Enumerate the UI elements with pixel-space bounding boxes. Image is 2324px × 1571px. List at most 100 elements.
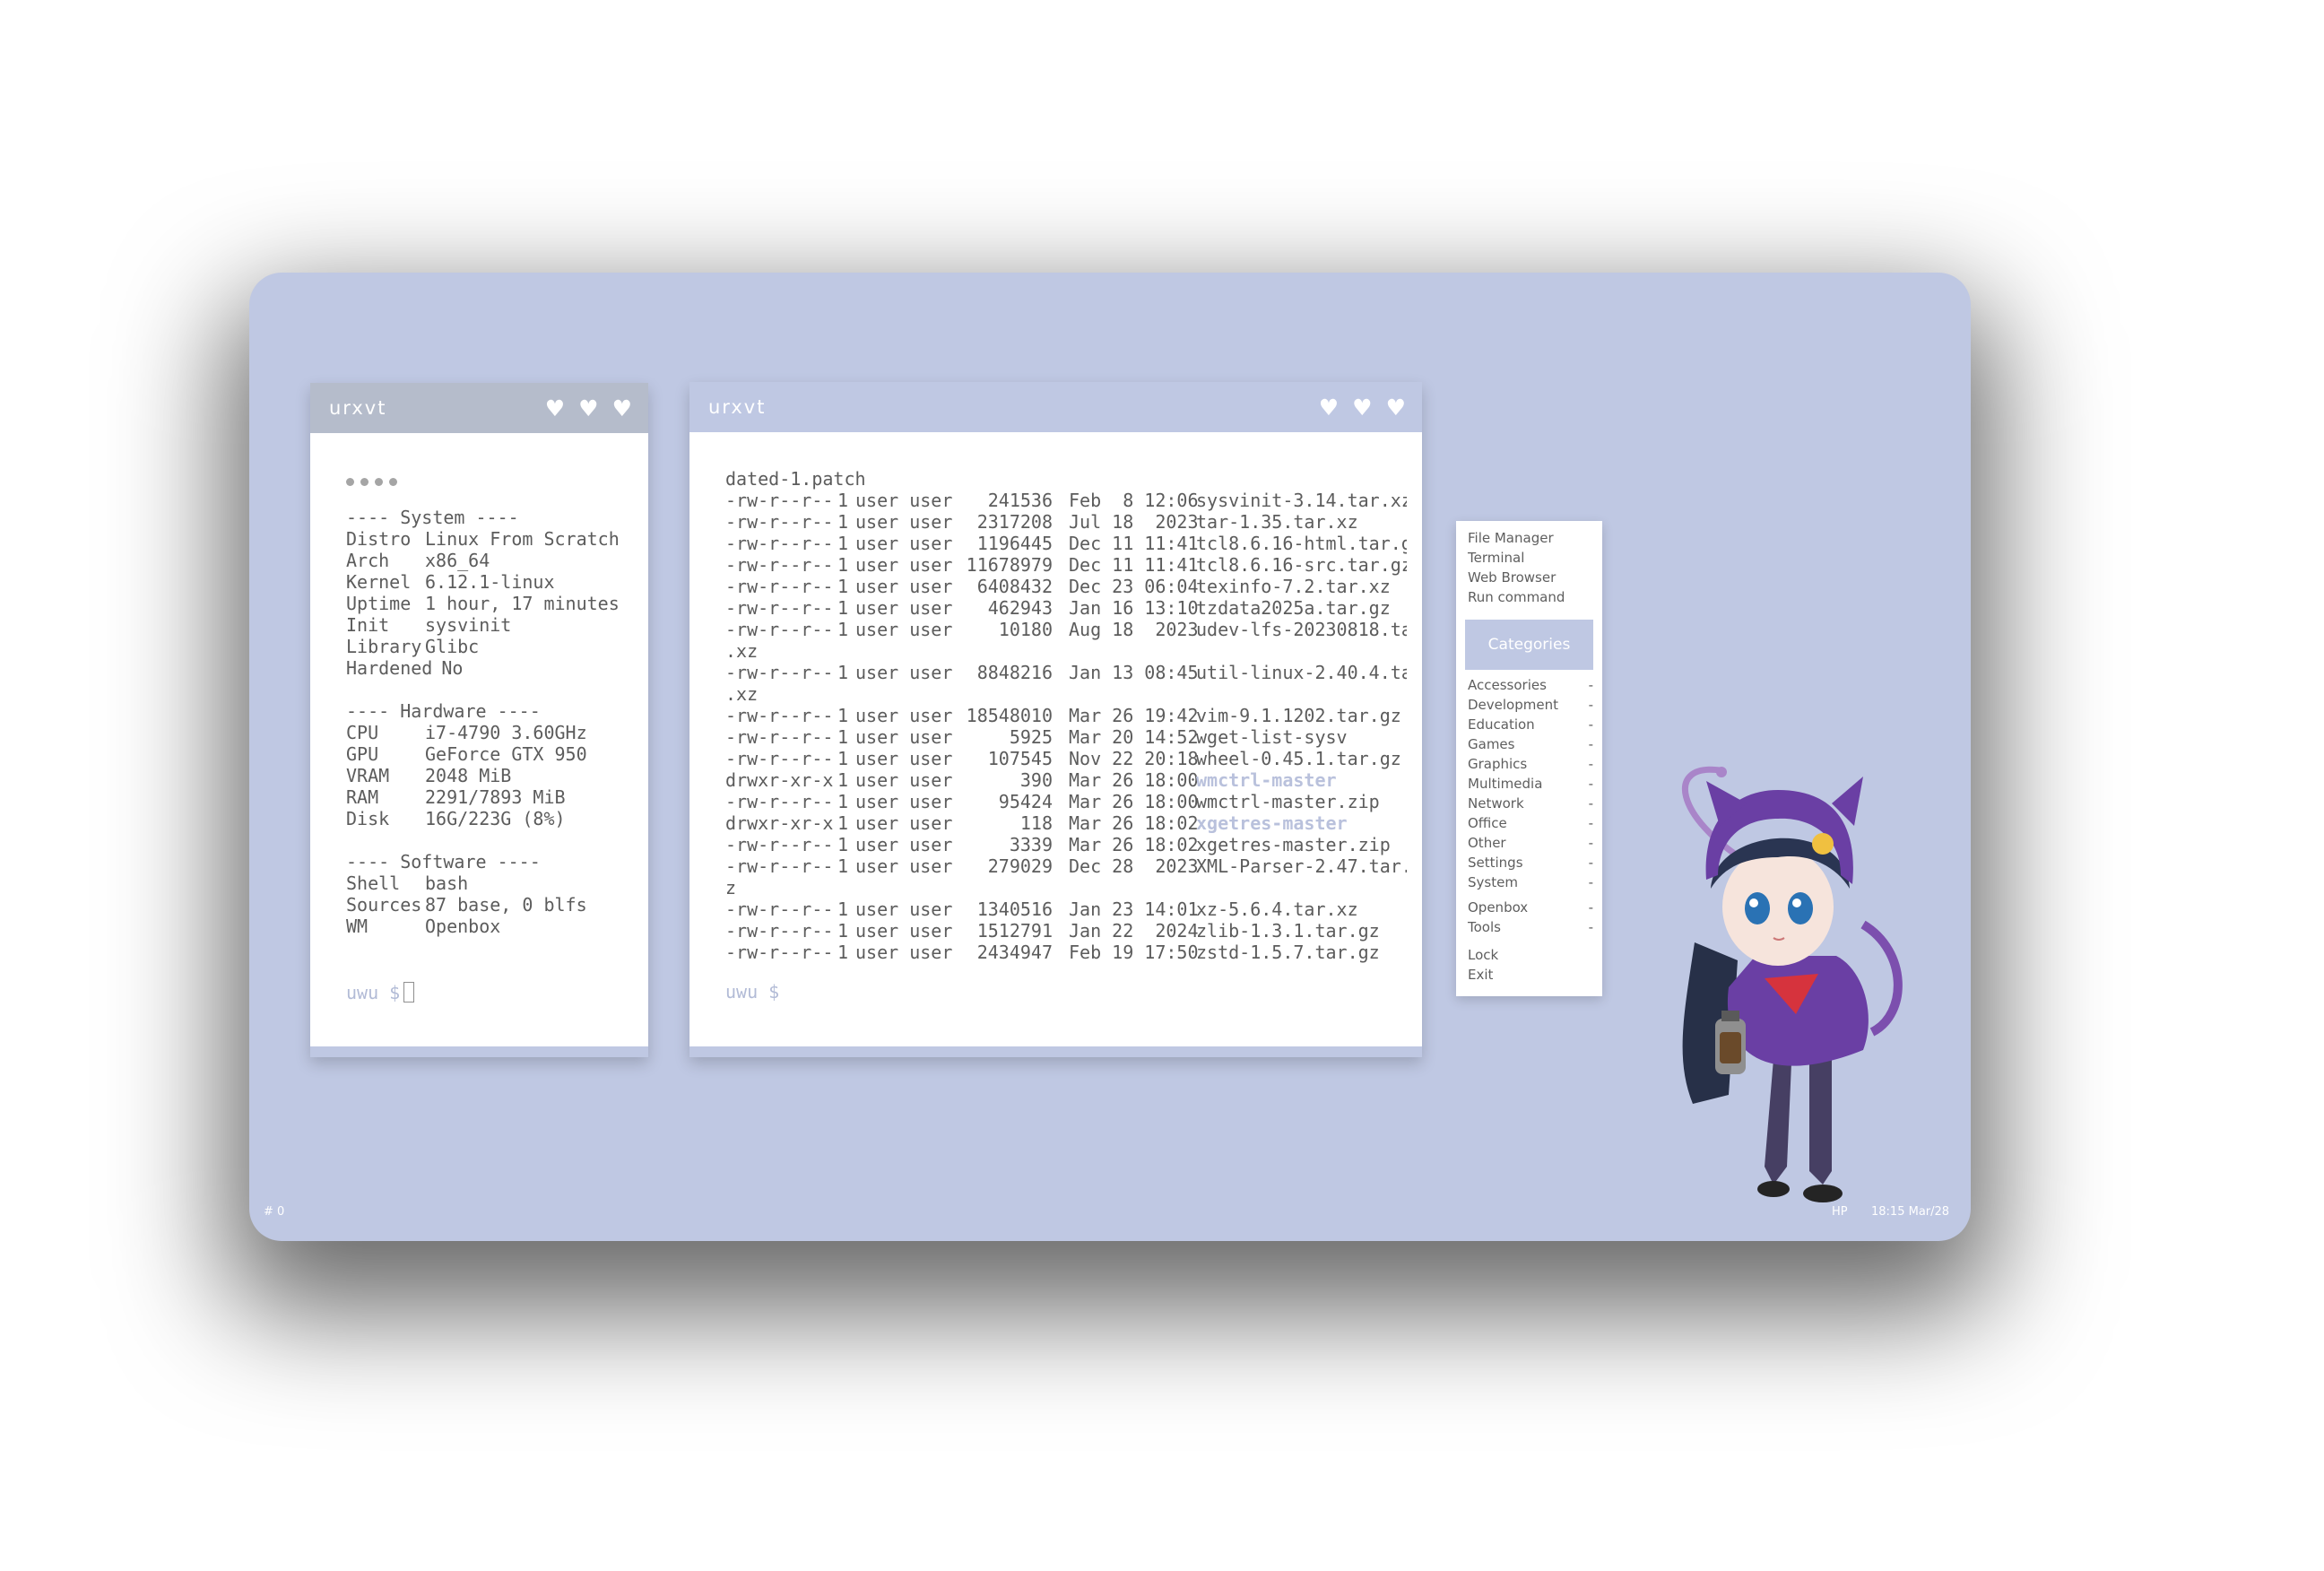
file-name: wmctrl-master.zip [1196,791,1380,812]
file-row: -rw-r--r-- 1 user user 462943 Jan 16 13:10tz… [725,597,1407,619]
file-name-wrap: .xz [725,683,759,705]
menu-item-web-browser[interactable]: Web Browser [1468,568,1593,587]
file-permissions: -rw-r--r-- [725,554,834,576]
desktop: urxvt ♥ ♥ ♥ ---- System ---- Distro Linux … [249,273,1971,1241]
menu-item-education[interactable]: Education - [1468,715,1593,734]
info-value: i7-4790 3.60GHz [425,722,587,743]
heart-icon[interactable]: ♥ [578,397,598,420]
file-owner: user user [855,533,953,554]
info-value: 6.12.1-linux [425,571,555,593]
file-permissions: -rw-r--r-- [725,942,834,963]
info-row: Uptime 1 hour, 17 minutes [346,593,620,614]
menu-item-lock[interactable]: Lock [1468,945,1593,965]
file-links: 1 [837,619,849,640]
workspace-indicator[interactable]: # 0 [264,1205,284,1219]
heart-icon[interactable]: ♥ [1319,396,1339,419]
file-permissions: drwxr-xr-x [725,812,834,834]
menu-item-terminal[interactable]: Terminal [1468,548,1593,568]
file-links: 1 [837,533,849,554]
urxvt-window-sysinfo[interactable]: urxvt ♥ ♥ ♥ ---- System ---- Distro Linux … [310,383,648,1057]
info-key: Uptime [346,593,412,614]
menu-item-system[interactable]: System - [1468,872,1593,892]
menu-item-label: Settings [1468,855,1523,871]
urxvt-window-listing[interactable]: urxvt ♥ ♥ ♥ dated-1.patch -rw-r--r-- 1 use… [689,382,1422,1057]
info-value: Glibc [425,636,480,657]
file-links: 1 [837,920,849,942]
submenu-arrow-icon: - [1588,855,1593,871]
file-date: Mar 20 14:52 [1069,726,1199,748]
file-owner: user user [855,619,953,640]
file-permissions: drwxr-xr-x [725,769,834,791]
file-date: Dec 23 06:04 [1069,576,1199,597]
hostname-label: HP [1832,1205,1848,1219]
file-permissions: -rw-r--r-- [725,662,834,683]
menu-item-exit[interactable]: Exit [1468,965,1593,985]
menu-item-tools[interactable]: Tools - [1468,917,1593,937]
menu-item-games[interactable]: Games - [1468,734,1593,754]
file-row: -rw-r--r-- 1 user user 8848216 Jan 13 08:45u… [725,662,1407,683]
menu-item-accessories[interactable]: Accessories - [1468,675,1593,695]
menu-item-openbox[interactable]: Openbox - [1468,898,1593,917]
file-size: 462943 [987,597,1053,619]
file-size: 3339 [1009,834,1053,855]
file-name: udev-lfs-20230818.tar [1196,619,1407,640]
menu-item-settings[interactable]: Settings - [1468,853,1593,872]
menu-item-multimedia[interactable]: Multimedia - [1468,774,1593,794]
shell-prompt[interactable]: uwu $ [725,981,779,1002]
file-name: tcl8.6.16-html.tar.gz [1196,533,1407,554]
file-name: zlib-1.3.1.tar.gz [1196,920,1380,942]
menu-item-label: Office [1468,815,1507,831]
menu-item-development[interactable]: Development - [1468,695,1593,715]
window-titlebar[interactable]: urxvt ♥ ♥ ♥ [310,383,648,433]
file-permissions: -rw-r--r-- [725,748,834,769]
file-date: Nov 22 20:18 [1069,748,1199,769]
window-titlebar[interactable]: urxvt ♥ ♥ ♥ [689,382,1422,432]
file-row: -rw-r--r-- 1 user user 279029 Dec 28 2023XML… [725,855,1407,877]
clock: 18:15 Mar/28 [1871,1205,1950,1219]
file-row: -rw-r--r-- 1 user user 5925 Mar 20 14:52wget… [725,726,1407,748]
file-size: 1512791 [976,920,1053,942]
file-row: -rw-r--r-- 1 user user 1340516 Jan 23 14:01x… [725,898,1407,920]
file-links: 1 [837,511,849,533]
heart-icon[interactable]: ♥ [612,397,632,420]
file-row: -rw-r--r-- 1 user user 6408432 Dec 23 06:04t… [725,576,1407,597]
file-permissions: -rw-r--r-- [725,533,834,554]
menu-item-office[interactable]: Office - [1468,813,1593,833]
file-row: -rw-r--r-- 1 user user 2434947 Feb 19 17:50z… [725,942,1407,963]
file-owner: user user [855,597,953,619]
shell-prompt[interactable]: uwu $ [346,982,415,1003]
menu-item-label: Other [1468,835,1506,851]
file-links: 1 [837,748,849,769]
file-size: 2434947 [976,942,1053,963]
menu-item-graphics[interactable]: Graphics - [1468,754,1593,774]
file-date: Feb 8 12:06 [1069,490,1199,511]
file-date: Feb 19 17:50 [1069,942,1199,963]
menu-item-file-manager[interactable]: File Manager [1468,528,1593,548]
terminal-output[interactable]: dated-1.patch -rw-r--r-- 1 user user 241536… [689,432,1422,1046]
heart-icon[interactable]: ♥ [1386,396,1406,419]
terminal-output[interactable]: ---- System ---- Distro Linux From Scratch… [310,433,648,1046]
file-name: xgetres-master.zip [1196,834,1391,855]
info-key: CPU [346,722,379,743]
info-row: Sources 87 base, 0 blfs [346,894,620,916]
ls-listing: dated-1.patch -rw-r--r-- 1 user user 241536… [725,468,1407,963]
file-name: util-linux-2.40.4.tar [1196,662,1407,683]
window-bottom-border [689,1046,1422,1057]
menu-item-run-command[interactable]: Run command [1468,587,1593,607]
file-owner: user user [855,942,953,963]
file-date: Jul 18 2023 [1069,511,1199,533]
heart-icon[interactable]: ♥ [545,397,565,420]
file-size: 18548010 [966,705,1053,726]
menu-item-other[interactable]: Other - [1468,833,1593,853]
heart-icon[interactable]: ♥ [1352,396,1372,419]
file-permissions: -rw-r--r-- [725,855,834,877]
menu-item-network[interactable]: Network - [1468,794,1593,813]
info-row: Init sysvinit [346,614,620,636]
file-size: 95424 [998,791,1053,812]
file-date: Dec 11 11:41 [1069,554,1199,576]
info-value: 2048 MiB [425,765,512,786]
file-links: 1 [837,834,849,855]
file-row: drwxr-xr-x 1 user user 390 Mar 26 18:00wmctr… [725,769,1407,791]
info-row: WM Openbox [346,916,620,937]
file-owner: user user [855,791,953,812]
